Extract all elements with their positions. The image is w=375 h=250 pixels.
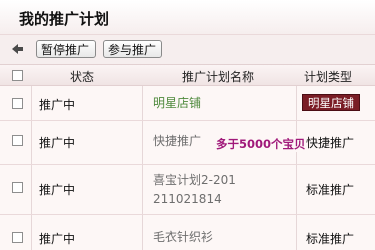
back-arrow-icon[interactable] <box>9 42 25 56</box>
join-promotion-button[interactable]: 参与推广 <box>103 40 162 58</box>
plan-table: 状态 推广计划名称 计划类型 推广中 明星店铺 明星店铺 推广中 快捷推广 快捷… <box>0 64 375 250</box>
row-checkbox[interactable] <box>12 182 23 193</box>
row-checkbox[interactable] <box>12 135 23 146</box>
toolbar: 暂停推广 参与推广 <box>0 35 375 64</box>
plan-type-badge: 明星店铺 <box>302 94 360 111</box>
column-header-type: 计划类型 <box>304 70 353 84</box>
row-checkbox[interactable] <box>12 232 23 243</box>
table-row: 推广中 毛衣针织衫 标准推广 <box>0 215 375 250</box>
status-cell: 推广中 <box>39 136 76 150</box>
plan-name-link[interactable]: 毛衣针织衫 <box>153 228 213 247</box>
column-header-name: 推广计划名称 <box>182 70 255 84</box>
table-header: 状态 推广计划名称 计划类型 <box>0 64 375 86</box>
plan-name-link[interactable]: 快捷推广 <box>153 132 201 151</box>
panel-header: 我的推广计划 <box>0 0 375 35</box>
status-cell: 推广中 <box>39 98 76 112</box>
plan-type-cell: 标准推广 <box>306 232 355 246</box>
table-row: 推广中 喜宝计划2-201211021814 标准推广 <box>0 165 375 215</box>
page-title: 我的推广计划 <box>19 10 110 28</box>
plan-type-cell: 快捷推广 <box>306 136 355 150</box>
table-row: 推广中 明星店铺 明星店铺 <box>0 86 375 121</box>
status-cell: 推广中 <box>39 183 76 197</box>
table-row: 推广中 快捷推广 快捷推广 <box>0 121 375 165</box>
pause-promotion-button[interactable]: 暂停推广 <box>36 40 96 58</box>
select-all-checkbox[interactable] <box>12 70 23 81</box>
plan-type-cell: 标准推广 <box>306 183 355 197</box>
item-count-tooltip: 多于5000个宝贝 <box>216 136 306 152</box>
status-cell: 推广中 <box>39 232 76 246</box>
plan-name-link[interactable]: 明星店铺 <box>153 94 201 113</box>
row-checkbox[interactable] <box>12 98 23 109</box>
column-header-status: 状态 <box>70 70 95 84</box>
plan-name-link[interactable]: 喜宝计划2-201211021814 <box>153 171 243 209</box>
